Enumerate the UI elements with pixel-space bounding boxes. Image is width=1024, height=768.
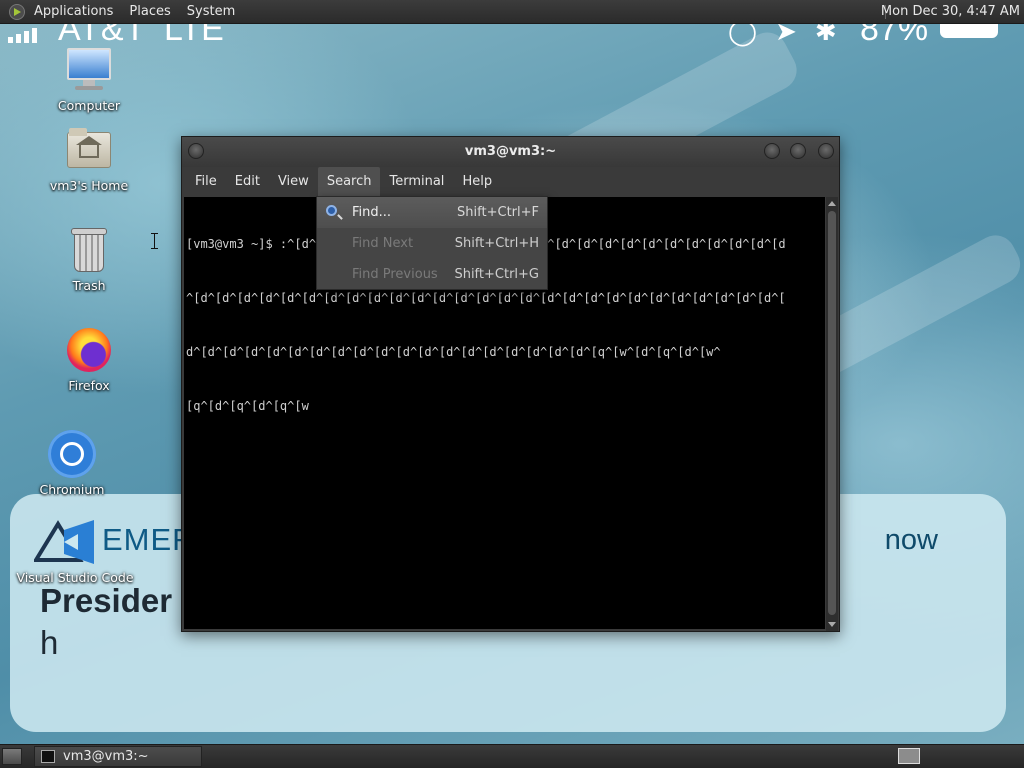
menu-terminal[interactable]: Terminal bbox=[380, 167, 453, 197]
terminal-line: d^[d^[d^[d^[d^[d^[d^[d^[d^[d^[d^[d^[d^[d… bbox=[186, 345, 721, 359]
menu-item-label: Find... bbox=[352, 205, 392, 220]
alarm-icon: ◯ bbox=[728, 24, 758, 46]
menu-item-find-next[interactable]: Find Next Shift+Ctrl+H bbox=[317, 228, 547, 259]
firefox-icon bbox=[65, 326, 113, 374]
computer-icon bbox=[65, 46, 113, 94]
menu-item-shortcut: Shift+Ctrl+F bbox=[457, 205, 539, 220]
battery-percent: 87% bbox=[860, 24, 929, 48]
desktop-icon-label: vm3's Home bbox=[49, 178, 129, 193]
desktop-icon-label: Firefox bbox=[68, 378, 110, 393]
menu-system[interactable]: System bbox=[179, 0, 243, 24]
desktop-icon-trash[interactable]: Trash bbox=[34, 226, 144, 293]
scroll-up-icon[interactable] bbox=[828, 201, 836, 206]
desktop-icon-label: Computer bbox=[57, 98, 121, 113]
network-label: LTE bbox=[164, 24, 224, 48]
close-button[interactable] bbox=[818, 143, 834, 159]
terminal-icon bbox=[41, 750, 55, 763]
menu-search[interactable]: Search bbox=[317, 167, 381, 197]
menu-edit[interactable]: Edit bbox=[226, 167, 269, 197]
find-icon bbox=[326, 205, 337, 216]
menu-item-label: Find Previous bbox=[352, 267, 438, 282]
panel-clock[interactable]: Mon Dec 30, 4:47 AM bbox=[881, 0, 1020, 24]
menu-applications[interactable]: Applications bbox=[26, 0, 121, 24]
menu-item-shortcut: Shift+Ctrl+H bbox=[454, 236, 539, 251]
minimize-button[interactable] bbox=[764, 143, 780, 159]
menu-view[interactable]: View bbox=[269, 167, 318, 197]
location-icon: ➤ bbox=[775, 24, 797, 46]
notification-time: now bbox=[884, 524, 938, 556]
signal-bars-icon bbox=[8, 28, 37, 43]
carrier-label: AT&T bbox=[58, 24, 147, 48]
top-panel: Applications Places System Mon Dec 30, 4… bbox=[0, 0, 1024, 24]
chromium-icon bbox=[48, 430, 96, 478]
bluetooth-icon: ✱ bbox=[814, 24, 837, 46]
battery-icon bbox=[940, 24, 998, 38]
distro-logo-icon[interactable] bbox=[9, 3, 25, 20]
desktop-icon-firefox[interactable]: Firefox bbox=[34, 326, 144, 393]
search-dropdown-menu: Find... Shift+Ctrl+F Find Next Shift+Ctr… bbox=[316, 196, 548, 290]
terminal-menubar: File Edit View Search Terminal Help bbox=[182, 167, 839, 197]
brand-logo bbox=[34, 520, 94, 564]
menu-file[interactable]: File bbox=[186, 167, 226, 197]
notification-body: h bbox=[40, 624, 59, 661]
maximize-button[interactable] bbox=[790, 143, 806, 159]
home-folder-icon bbox=[65, 126, 113, 174]
scrollbar-thumb[interactable] bbox=[828, 211, 836, 615]
scroll-down-icon[interactable] bbox=[828, 622, 836, 627]
menu-item-shortcut: Shift+Ctrl+G bbox=[454, 267, 539, 282]
taskbar-window-label: vm3@vm3:~ bbox=[63, 749, 149, 764]
menu-places[interactable]: Places bbox=[121, 0, 178, 24]
notification-headline: Presider bbox=[40, 582, 173, 619]
desktop-icon-chromium[interactable]: Chromium bbox=[17, 430, 127, 497]
desktop-icon-home[interactable]: vm3's Home bbox=[34, 126, 144, 193]
terminal-titlebar[interactable]: vm3@vm3:~ bbox=[182, 137, 839, 167]
desktop-icon-label: Trash bbox=[72, 278, 106, 293]
phone-status-icons: ◯ ➤ ✱ bbox=[728, 24, 837, 47]
trash-icon bbox=[65, 226, 113, 274]
terminal-scrollbar[interactable] bbox=[826, 197, 838, 631]
menu-item-find[interactable]: Find... Shift+Ctrl+F bbox=[317, 197, 547, 228]
workspace-switcher[interactable] bbox=[898, 748, 920, 764]
bottom-panel: vm3@vm3:~ bbox=[0, 744, 1024, 768]
window-title: vm3@vm3:~ bbox=[464, 144, 557, 159]
text-cursor-icon bbox=[151, 233, 158, 249]
menu-item-label: Find Next bbox=[352, 236, 414, 251]
menu-help[interactable]: Help bbox=[453, 167, 501, 197]
terminal-line: [q^[d^[q^[d^[q^[w bbox=[186, 399, 309, 413]
show-desktop-button[interactable] bbox=[2, 748, 22, 765]
taskbar-window-button[interactable]: vm3@vm3:~ bbox=[34, 746, 202, 767]
desktop-icon-computer[interactable]: Computer bbox=[34, 46, 144, 113]
panel-menu: Applications Places System bbox=[26, 0, 243, 24]
desktop-icon-vscode[interactable]: Visual Studio Code bbox=[0, 570, 150, 585]
phone-status-bar: AT&T LTE ◯ ➤ ✱ 87% bbox=[0, 24, 1024, 48]
menu-item-find-previous[interactable]: Find Previous Shift+Ctrl+G bbox=[317, 259, 547, 290]
desktop-icon-label: Chromium bbox=[39, 482, 105, 497]
terminal-line: ^[d^[d^[d^[d^[d^[d^[d^[d^[d^[d^[d^[d^[d^… bbox=[186, 291, 786, 305]
